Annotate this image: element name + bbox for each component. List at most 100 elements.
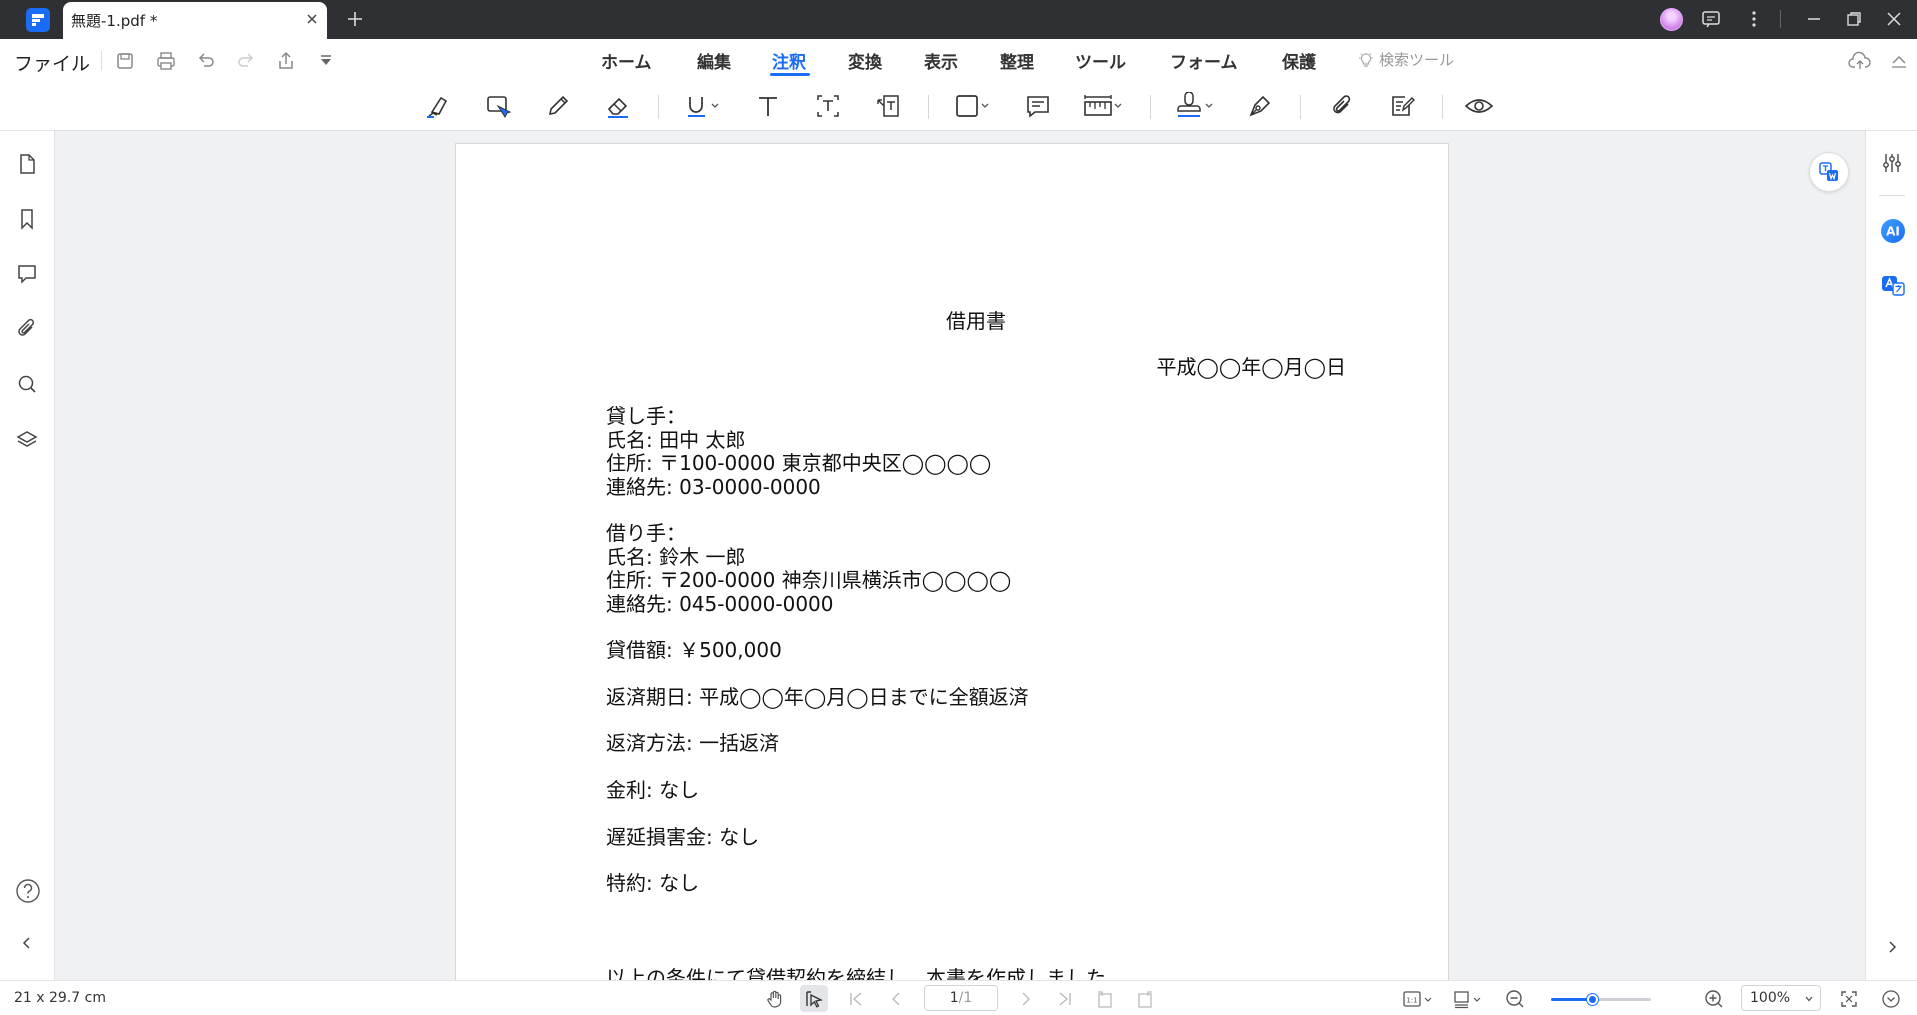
document-tab[interactable]: 無題-1.pdf * <box>63 2 327 39</box>
undo-icon[interactable] <box>195 50 217 72</box>
zoom-value: 100% <box>1750 990 1791 1006</box>
signature-icon[interactable] <box>1246 88 1274 124</box>
feedback-icon[interactable] <box>1700 8 1722 30</box>
properties-icon[interactable] <box>1880 151 1904 175</box>
translate-icon[interactable] <box>1880 273 1906 299</box>
due-date: 返済期日: 平成◯◯年◯月◯日までに全額返済 <box>606 685 1029 709</box>
select-tool-icon[interactable] <box>803 988 825 1010</box>
zoom-out-icon[interactable] <box>1504 988 1526 1010</box>
hand-tool-icon[interactable] <box>764 988 786 1010</box>
search-icon[interactable] <box>15 372 39 396</box>
collapse-ribbon-icon[interactable] <box>1888 50 1910 72</box>
eraser-icon[interactable] <box>604 88 632 124</box>
tab-protect[interactable]: 保護 <box>1282 48 1316 73</box>
close-tab-icon[interactable] <box>305 12 319 26</box>
lender-address: 住所: 〒100-0000 東京都中央区◯◯◯◯ <box>606 451 992 475</box>
close-window-icon[interactable] <box>1883 8 1905 30</box>
restore-icon[interactable] <box>1843 8 1865 30</box>
highlight-icon[interactable] <box>424 88 452 124</box>
borrower-address: 住所: 〒200-0000 神奈川県横浜市◯◯◯◯ <box>606 568 1012 592</box>
tab-edit[interactable]: 編集 <box>697 48 731 73</box>
bookmark-icon[interactable] <box>15 207 39 231</box>
textbox-icon[interactable] <box>814 88 842 124</box>
status-bar: 21 x 29.7 cm 1 /1 1:1 100% <box>0 980 1917 1015</box>
zoom-dropdown[interactable]: 100% <box>1741 985 1821 1011</box>
page-number-input[interactable]: 1 /1 <box>924 985 998 1011</box>
search-tools-label: 検索ツール <box>1379 51 1455 69</box>
status-more-icon[interactable] <box>1880 988 1902 1010</box>
tab-view[interactable]: 表示 <box>924 48 958 73</box>
tab-organize[interactable]: 整理 <box>1000 48 1034 73</box>
pdf-page[interactable]: 借用書 平成◯◯年◯月◯日 貸し手： 氏名: 田中 太郎 住所: 〒100-00… <box>455 143 1449 980</box>
page-layout-icon[interactable] <box>1452 988 1486 1010</box>
help-icon[interactable] <box>15 878 41 904</box>
collapse-sidebar-icon[interactable] <box>19 935 35 951</box>
zoom-slider-handle[interactable] <box>1587 994 1598 1005</box>
document-date: 平成◯◯年◯月◯日 <box>1156 355 1346 379</box>
shape-icon[interactable] <box>954 88 994 124</box>
expand-panel-icon[interactable] <box>1884 939 1900 955</box>
last-page-icon[interactable] <box>1055 988 1075 1010</box>
file-menu[interactable]: ファイル <box>14 49 90 76</box>
measure-icon[interactable] <box>1082 88 1126 124</box>
area-highlight-icon[interactable] <box>484 88 512 124</box>
note-icon[interactable] <box>1388 88 1416 124</box>
redo-icon[interactable] <box>235 50 257 72</box>
callout-icon[interactable] <box>874 88 902 124</box>
attachment-icon[interactable] <box>15 317 39 341</box>
lender-name: 氏名: 田中 太郎 <box>606 427 746 452</box>
user-avatar[interactable] <box>1660 8 1683 31</box>
text-icon[interactable] <box>754 88 782 124</box>
lightbulb-icon <box>1357 51 1375 69</box>
toolbar-separator <box>658 95 659 119</box>
share-icon[interactable] <box>275 50 297 72</box>
eye-icon[interactable] <box>1464 88 1494 124</box>
current-page: 1 <box>949 990 959 1006</box>
print-icon[interactable] <box>155 50 177 72</box>
layers-icon[interactable] <box>15 427 39 451</box>
closing-statement: 以上の条件にて貸借契約を締結し、本書を作成しました。 <box>606 966 1126 980</box>
tab-form[interactable]: フォーム <box>1170 48 1238 73</box>
search-tools[interactable]: 検索ツール <box>1357 49 1454 70</box>
chevron-down-icon <box>1804 994 1814 1004</box>
pencil-icon[interactable] <box>544 88 572 124</box>
document-canvas[interactable]: 借用書 平成◯◯年◯月◯日 貸し手： 氏名: 田中 太郎 住所: 〒100-00… <box>55 131 1865 980</box>
left-sidebar <box>0 131 55 980</box>
fullscreen-icon[interactable] <box>1838 988 1860 1010</box>
app-logo-icon[interactable] <box>26 8 50 32</box>
next-page-icon[interactable] <box>1016 988 1036 1010</box>
previous-page-icon[interactable] <box>886 988 906 1010</box>
rotate-left-icon[interactable] <box>1094 988 1116 1010</box>
cloud-upload-icon[interactable] <box>1848 50 1872 72</box>
svg-text:AI: AI <box>1886 225 1900 239</box>
more-options-icon[interactable] <box>1743 8 1765 30</box>
borrower-name: 氏名: 鈴木 一郎 <box>606 544 746 569</box>
first-page-icon[interactable] <box>846 988 866 1010</box>
zoom-in-icon[interactable] <box>1703 988 1725 1010</box>
special-terms: 特約: なし <box>606 871 700 895</box>
document-title: 借用書 <box>946 309 1006 333</box>
actual-size-icon[interactable]: 1:1 <box>1402 988 1436 1010</box>
toolbar-separator <box>1300 95 1301 119</box>
minimize-icon[interactable] <box>1803 8 1825 30</box>
lender-heading: 貸し手： <box>606 404 686 428</box>
comment-icon[interactable] <box>15 262 39 286</box>
comment-icon[interactable] <box>1024 88 1052 124</box>
zoom-slider[interactable] <box>1551 994 1651 1005</box>
tab-annotate[interactable]: 注釈 <box>772 48 806 73</box>
ai-icon[interactable]: AI <box>1880 218 1906 244</box>
tab-home[interactable]: ホーム <box>601 48 652 73</box>
attachment-icon[interactable] <box>1328 88 1356 124</box>
tab-convert[interactable]: 変換 <box>848 48 882 73</box>
page-thumbnail-icon[interactable] <box>15 152 39 176</box>
stamp-icon[interactable] <box>1174 88 1218 124</box>
title-bar: 無題-1.pdf * <box>0 0 1917 39</box>
customize-quick-access-icon[interactable] <box>315 50 337 72</box>
new-tab-icon[interactable] <box>344 8 366 30</box>
borrower-contact: 連絡先: 045-0000-0000 <box>606 591 834 616</box>
underline-icon[interactable] <box>684 88 724 124</box>
translate-floating-button[interactable] <box>1809 152 1849 192</box>
save-icon[interactable] <box>114 50 136 72</box>
rotate-right-icon[interactable] <box>1134 988 1156 1010</box>
tab-tools[interactable]: ツール <box>1075 48 1126 73</box>
